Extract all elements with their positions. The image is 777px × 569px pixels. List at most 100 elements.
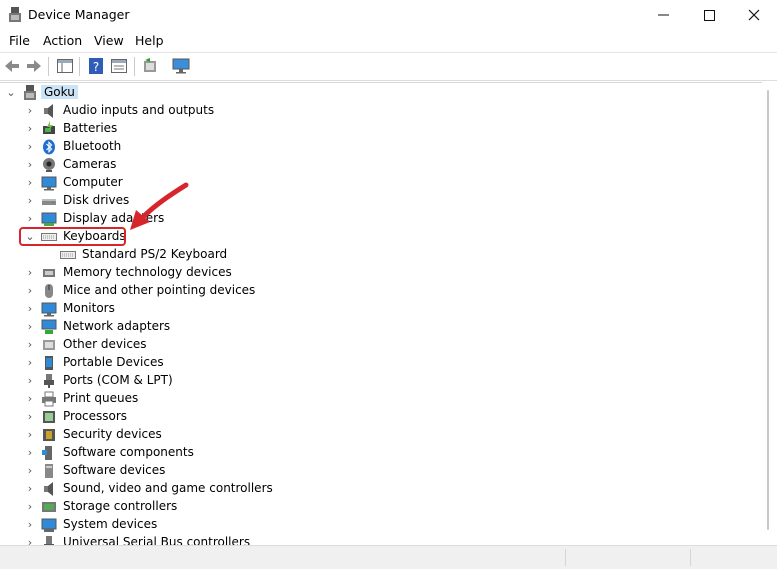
- tree-item-usb[interactable]: › Universal Serial Bus controllers: [0, 534, 740, 545]
- chevron-right-icon[interactable]: ›: [24, 266, 36, 280]
- tree-item-label: Memory technology devices: [63, 265, 232, 279]
- disk-drive-icon: [42, 199, 56, 205]
- chevron-right-icon[interactable]: ›: [24, 446, 36, 460]
- tree-item-print-queues[interactable]: › Print queues: [0, 390, 740, 408]
- chevron-right-icon[interactable]: ›: [24, 464, 36, 478]
- forward-arrow-icon: [27, 60, 41, 72]
- tree-item-display-adapters[interactable]: › Display adapters: [0, 210, 740, 228]
- tree-item-sound[interactable]: › Sound, video and game controllers: [0, 480, 740, 498]
- computer-node-icon: [24, 85, 36, 100]
- tree-item-label: Cameras: [63, 157, 117, 171]
- tree-item-label: Audio inputs and outputs: [63, 103, 215, 117]
- menu-file[interactable]: File: [9, 33, 30, 48]
- tree-item-label: Sound, video and game controllers: [63, 481, 273, 495]
- close-button[interactable]: [731, 0, 777, 30]
- tree-item-label: Ports (COM & LPT): [63, 373, 173, 387]
- chevron-right-icon[interactable]: ›: [24, 428, 36, 442]
- chevron-right-icon[interactable]: ›: [24, 104, 36, 118]
- tree-item-system-devices[interactable]: › System devices: [0, 516, 740, 534]
- tree-item-network-adapters[interactable]: › Network adapters: [0, 318, 740, 336]
- chevron-right-icon[interactable]: ›: [24, 158, 36, 172]
- chevron-right-icon[interactable]: ›: [24, 518, 36, 532]
- tree-item-bluetooth[interactable]: › Bluetooth: [0, 138, 740, 156]
- speaker-icon: [44, 104, 53, 118]
- chevron-right-icon[interactable]: ›: [24, 356, 36, 370]
- chevron-right-icon[interactable]: ›: [24, 194, 36, 208]
- scrollbar-thumb[interactable]: [767, 90, 769, 530]
- monitor-icon: [41, 302, 57, 317]
- tree-item-batteries[interactable]: › Batteries: [0, 120, 740, 138]
- menu-action[interactable]: Action: [43, 33, 82, 48]
- annotation-arrow-icon: [130, 182, 189, 230]
- minimize-button[interactable]: [640, 0, 686, 30]
- vertical-scrollbar[interactable]: [763, 82, 777, 544]
- chevron-right-icon[interactable]: ›: [24, 320, 36, 334]
- back-arrow-icon: [5, 60, 19, 72]
- tree-item-security-devices[interactable]: › Security devices: [0, 426, 740, 444]
- software-component-icon: [42, 446, 52, 460]
- tree-item-label: Computer: [63, 175, 123, 189]
- tree-root-label: Goku: [41, 85, 78, 99]
- tree-item-processors[interactable]: › Processors: [0, 408, 740, 426]
- tree-item-cameras[interactable]: › Cameras: [0, 156, 740, 174]
- chevron-right-icon[interactable]: ›: [24, 140, 36, 154]
- tree-item-memory[interactable]: › Memory technology devices: [0, 264, 740, 282]
- tree-item-label: Portable Devices: [63, 355, 164, 369]
- tree-item-other-devices[interactable]: › Other devices: [0, 336, 740, 354]
- tree-item-label: Software components: [63, 445, 194, 459]
- update-driver-button[interactable]: [141, 57, 159, 75]
- update-driver-icon: [144, 58, 156, 72]
- svg-text:?: ?: [93, 60, 99, 74]
- forward-button[interactable]: [25, 57, 43, 75]
- display-adapter-icon: [41, 212, 57, 226]
- back-button[interactable]: [3, 57, 21, 75]
- help-button[interactable]: ?: [87, 57, 105, 75]
- tree-item-audio[interactable]: › Audio inputs and outputs: [0, 102, 740, 120]
- menu-view[interactable]: View: [94, 33, 124, 48]
- chevron-right-icon[interactable]: ›: [24, 482, 36, 496]
- status-divider: [565, 549, 566, 566]
- tree-item-label: Bluetooth: [63, 139, 122, 153]
- computer-icon: [41, 176, 57, 191]
- chevron-right-icon[interactable]: ›: [24, 302, 36, 316]
- device-manager-icon: [9, 7, 21, 22]
- chevron-down-icon[interactable]: ⌄: [5, 86, 17, 100]
- menu-help[interactable]: Help: [135, 33, 164, 48]
- chevron-right-icon[interactable]: ›: [24, 392, 36, 406]
- tree-item-portable-devices[interactable]: › Portable Devices: [0, 354, 740, 372]
- tree-item-computer[interactable]: › Computer: [0, 174, 740, 192]
- tree-root[interactable]: ⌄ Goku: [0, 84, 740, 102]
- scan-hardware-changes-button[interactable]: [172, 57, 190, 75]
- chevron-right-icon[interactable]: ›: [24, 284, 36, 298]
- tree-item-label: Batteries: [63, 121, 118, 135]
- close-icon: [748, 9, 760, 21]
- tree-item-storage-controllers[interactable]: › Storage controllers: [0, 498, 740, 516]
- chevron-right-icon[interactable]: ›: [24, 338, 36, 352]
- tree-item-disk-drives[interactable]: › Disk drives: [0, 192, 740, 210]
- maximize-button[interactable]: [686, 0, 732, 30]
- printer-icon: [42, 391, 56, 407]
- chevron-right-icon[interactable]: ›: [24, 212, 36, 226]
- tree-item-monitors[interactable]: › Monitors: [0, 300, 740, 318]
- security-device-icon: [43, 429, 55, 441]
- bluetooth-icon: [43, 139, 55, 155]
- tree-child-keyboard[interactable]: Standard PS/2 Keyboard: [0, 246, 740, 264]
- chevron-right-icon[interactable]: ›: [24, 500, 36, 514]
- minimize-icon: [657, 14, 669, 16]
- properties-icon: [111, 59, 127, 73]
- chevron-right-icon[interactable]: ›: [24, 176, 36, 190]
- tree-item-mice[interactable]: › Mice and other pointing devices: [0, 282, 740, 300]
- sound-icon: [44, 482, 53, 496]
- chevron-right-icon[interactable]: ›: [24, 374, 36, 388]
- properties-button[interactable]: [110, 57, 128, 75]
- camera-icon: [43, 158, 55, 172]
- show-hide-console-tree-button[interactable]: [56, 57, 74, 75]
- chevron-right-icon[interactable]: ›: [24, 536, 36, 545]
- storage-icon: [42, 502, 56, 512]
- chevron-right-icon[interactable]: ›: [24, 410, 36, 424]
- tree-item-software-devices[interactable]: › Software devices: [0, 462, 740, 480]
- chevron-right-icon[interactable]: ›: [24, 122, 36, 136]
- tree-item-ports[interactable]: › Ports (COM & LPT): [0, 372, 740, 390]
- console-tree-icon: [57, 59, 73, 73]
- tree-item-software-components[interactable]: › Software components: [0, 444, 740, 462]
